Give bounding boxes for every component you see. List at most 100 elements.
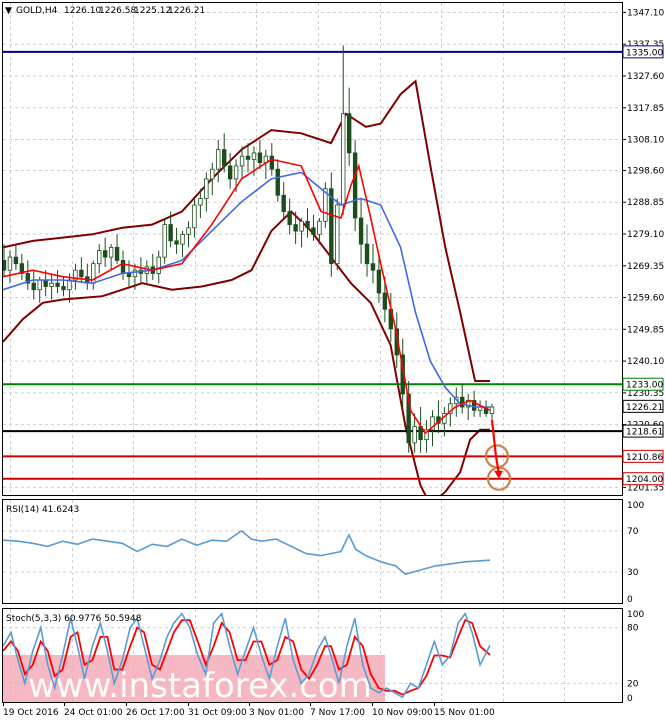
candle-body xyxy=(317,220,322,235)
current-price-label: 1226.21 xyxy=(626,403,663,413)
price-tick-label: 1308.10 xyxy=(627,136,664,146)
time-tick-label: 10 Nov 09:00 xyxy=(372,708,433,718)
candle-body xyxy=(61,286,66,291)
candle-body xyxy=(239,155,245,167)
ohlc-low: 1225.12 xyxy=(134,6,171,16)
ohlc-close: 1226.21 xyxy=(168,6,205,16)
candle-body xyxy=(281,194,286,212)
candle-body xyxy=(13,256,19,265)
candle-body xyxy=(192,204,197,229)
candle-body xyxy=(79,269,84,278)
level-price-label: 1233.00 xyxy=(626,381,663,391)
arrow-head-icon xyxy=(494,470,503,479)
candle-body xyxy=(43,279,48,287)
candle-body xyxy=(341,113,346,206)
candle-body xyxy=(114,246,120,261)
price-tick-label: 1269.35 xyxy=(627,262,664,272)
bollinger-upper-line xyxy=(3,79,490,382)
candle-body xyxy=(221,149,227,167)
price-tick-label: 1249.85 xyxy=(627,325,664,335)
stoch-tick-label: 0 xyxy=(627,694,633,704)
level-price-label: 1210.86 xyxy=(626,453,663,463)
time-tick-label: 3 Nov 01:00 xyxy=(249,708,304,718)
bollinger-lower-line xyxy=(3,210,490,495)
candle-body xyxy=(269,155,275,170)
candle-body xyxy=(180,233,185,245)
rsi-tick-label: 70 xyxy=(627,527,639,537)
candle-body xyxy=(412,426,417,444)
candle-body xyxy=(489,406,495,414)
price-tick-label: 1327.60 xyxy=(627,72,664,82)
candle-body xyxy=(329,188,334,265)
candle-body xyxy=(287,211,292,225)
candle-body xyxy=(227,165,233,180)
candle-body xyxy=(233,165,239,180)
candle-body xyxy=(382,292,388,310)
candle-body xyxy=(257,152,263,164)
price-axis: 1347.101337.351327.601317.851308.101298.… xyxy=(622,8,664,493)
candle-body xyxy=(126,273,132,278)
candle-body xyxy=(31,282,36,291)
candle-body xyxy=(358,217,364,245)
candle-body xyxy=(49,282,54,287)
candle-body xyxy=(108,246,114,258)
rsi-axis: 100 70 30 0 xyxy=(627,501,644,605)
candle-body xyxy=(102,250,108,258)
candle-body xyxy=(55,282,60,287)
rsi-tick-label: 0 xyxy=(627,595,633,605)
candle-body xyxy=(168,224,173,242)
rsi-panel xyxy=(3,529,491,576)
candle-body xyxy=(245,155,251,160)
candle-body xyxy=(198,198,203,206)
rsi-tick-label: 30 xyxy=(627,568,639,578)
rsi-line xyxy=(3,529,491,576)
candle-body xyxy=(275,168,280,196)
candle-body xyxy=(299,220,304,232)
candle-body xyxy=(346,113,352,154)
time-tick-label: 19 Oct 2016 xyxy=(3,708,59,718)
main-grid xyxy=(3,3,622,495)
watermark-text: www.instaforex.com xyxy=(28,666,372,706)
gold-h4-chart: www.instaforex.com 1347.101337.351327.60… xyxy=(2,2,664,718)
rsi-tick-label: 100 xyxy=(627,501,644,511)
price-panel xyxy=(3,45,622,495)
ma-slow-line xyxy=(3,171,490,408)
time-tick-label: 26 Oct 17:00 xyxy=(126,708,185,718)
candle-body xyxy=(305,220,310,229)
price-tick-label: 1298.60 xyxy=(627,166,664,176)
symbol-arrow-icon: ▼ xyxy=(5,6,12,16)
rsi-grid xyxy=(3,500,622,603)
candle-body xyxy=(460,396,465,408)
price-tick-label: 1288.85 xyxy=(627,198,664,208)
chart-header: ▼ GOLD,H4 1226.10 1226.58 1225.12 1226.2… xyxy=(5,6,205,16)
candle-body xyxy=(120,260,126,274)
ohlc-high: 1226.58 xyxy=(99,6,136,16)
candle-body xyxy=(97,250,102,265)
candle-body xyxy=(156,256,161,274)
price-tick-label: 1240.10 xyxy=(627,357,664,367)
stoch-tick-label: 80 xyxy=(627,624,639,634)
stoch-tick-label: 20 xyxy=(627,679,639,689)
candle-body xyxy=(7,256,13,271)
candle-body xyxy=(210,168,215,180)
time-tick-label: 24 Oct 01:00 xyxy=(64,708,123,718)
candle-body xyxy=(186,227,191,235)
level-price-label: 1204.00 xyxy=(626,475,663,485)
candle-body xyxy=(376,269,382,294)
candle-body xyxy=(335,204,340,265)
price-tick-label: 1317.85 xyxy=(627,104,664,114)
rsi-panel-frame xyxy=(2,499,623,604)
candle-body xyxy=(352,152,358,219)
price-tick-label: 1279.10 xyxy=(627,230,664,240)
time-tick-label: 7 Nov 17:00 xyxy=(310,708,365,718)
candle-body xyxy=(293,224,298,232)
level-price-label: 1335.00 xyxy=(626,48,663,58)
ma-fast-line xyxy=(3,158,491,435)
time-tick-label: 31 Oct 09:00 xyxy=(188,708,247,718)
symbol-label: GOLD,H4 xyxy=(16,6,58,16)
candle-body xyxy=(174,240,179,245)
stoch-label: Stoch(5,3,3) 60.9776 50.5948 xyxy=(6,614,142,624)
price-tick-label: 1259.60 xyxy=(627,294,664,304)
candle-body xyxy=(311,227,316,235)
candle-body xyxy=(216,149,221,170)
